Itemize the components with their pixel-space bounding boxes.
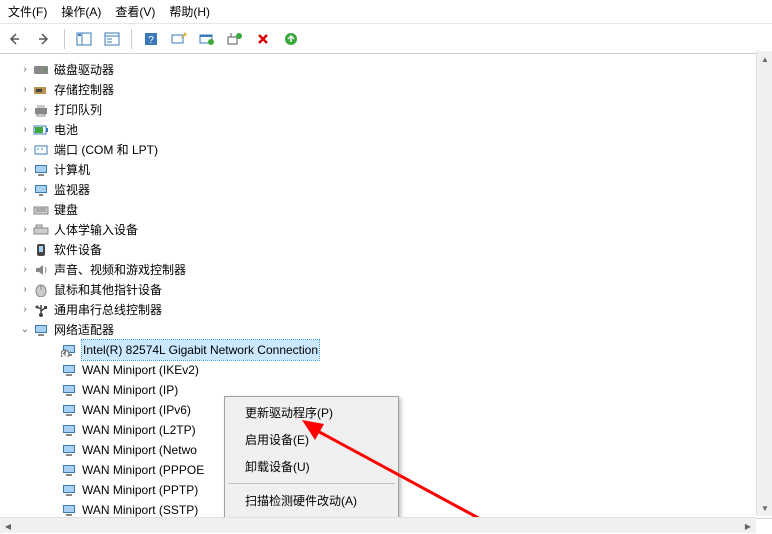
network-adapter-icon — [32, 322, 50, 338]
network-adapter-icon — [60, 442, 78, 458]
network-adapter-icon — [60, 422, 78, 438]
network-adapter-disabled-icon — [60, 342, 78, 358]
forward-button[interactable] — [34, 28, 56, 50]
menu-help[interactable]: 帮助(H) — [169, 3, 210, 20]
battery-icon — [32, 122, 50, 138]
tree-node-hid[interactable]: › 人体学输入设备 — [4, 220, 772, 240]
update-driver-button[interactable] — [196, 28, 218, 50]
uninstall-device-button[interactable] — [224, 28, 246, 50]
scan-hardware-button[interactable] — [168, 28, 190, 50]
tree-node-sound[interactable]: › 声音、视频和游戏控制器 — [4, 260, 772, 280]
menubar: 文件(F) 操作(A) 查看(V) 帮助(H) — [0, 0, 772, 24]
sound-icon — [32, 262, 50, 278]
ports-icon — [32, 142, 50, 158]
ctx-update-driver[interactable]: 更新驱动程序(P) — [227, 399, 396, 426]
expand-icon[interactable]: › — [18, 160, 32, 180]
horizontal-scrollbar[interactable]: ◀ ▶ — [0, 517, 756, 533]
expand-icon[interactable]: › — [18, 60, 32, 80]
tree-node-nic-intel[interactable]: Intel(R) 82574L Gigabit Network Connecti… — [4, 340, 772, 360]
device-tree-pane: › 磁盘驱动器 › 存储控制器 › 打印队列 › 电池 › 端口 (COM 和 … — [0, 54, 772, 519]
expand-icon[interactable]: › — [18, 300, 32, 320]
network-adapter-icon — [60, 462, 78, 478]
ctx-uninstall-device[interactable]: 卸载设备(U) — [227, 453, 396, 480]
disk-drive-icon — [32, 62, 50, 78]
expand-icon[interactable]: › — [18, 140, 32, 160]
tree-node-print-queues[interactable]: › 打印队列 — [4, 100, 772, 120]
network-adapter-icon — [60, 482, 78, 498]
scroll-right-button[interactable]: ▶ — [740, 518, 756, 534]
enable-device-button[interactable] — [280, 28, 302, 50]
monitor-icon — [32, 182, 50, 198]
storage-controller-icon — [32, 82, 50, 98]
ctx-separator — [228, 483, 395, 484]
expand-icon[interactable]: › — [18, 280, 32, 300]
properties-button[interactable] — [101, 28, 123, 50]
ctx-enable-device[interactable]: 启用设备(E) — [227, 426, 396, 453]
mouse-icon — [32, 282, 50, 298]
back-button[interactable] — [6, 28, 28, 50]
tree-node-wan-ikev2[interactable]: WAN Miniport (IKEv2) — [4, 360, 772, 380]
network-adapter-icon — [60, 502, 78, 518]
toolbar-separator — [64, 29, 65, 49]
hid-icon — [32, 222, 50, 238]
tree-node-monitors[interactable]: › 监视器 — [4, 180, 772, 200]
expand-icon[interactable]: › — [18, 100, 32, 120]
expand-icon[interactable]: › — [18, 240, 32, 260]
tree-node-usb[interactable]: › 通用串行总线控制器 — [4, 300, 772, 320]
collapse-icon[interactable]: ⌄ — [18, 320, 32, 340]
menu-file[interactable]: 文件(F) — [8, 3, 47, 20]
expand-icon[interactable]: › — [18, 120, 32, 140]
vertical-scrollbar[interactable]: ▲ ▼ — [756, 51, 772, 516]
scroll-down-button[interactable]: ▼ — [757, 500, 772, 516]
network-adapter-icon — [60, 402, 78, 418]
menu-view[interactable]: 查看(V) — [115, 3, 155, 20]
tree-node-disk-drives[interactable]: › 磁盘驱动器 — [4, 60, 772, 80]
ctx-scan-hardware[interactable]: 扫描检测硬件改动(A) — [227, 487, 396, 514]
expand-icon[interactable]: › — [18, 180, 32, 200]
show-hide-console-button[interactable] — [73, 28, 95, 50]
tree-node-batteries[interactable]: › 电池 — [4, 120, 772, 140]
expand-icon[interactable]: › — [18, 220, 32, 240]
tree-node-mice[interactable]: › 鼠标和其他指针设备 — [4, 280, 772, 300]
disable-device-button[interactable] — [252, 28, 274, 50]
toolbar-separator — [131, 29, 132, 49]
help-button[interactable]: ? — [140, 28, 162, 50]
expand-icon[interactable]: › — [18, 200, 32, 220]
scroll-left-button[interactable]: ◀ — [0, 518, 16, 534]
expand-icon[interactable]: › — [18, 80, 32, 100]
tree-node-network-adapters[interactable]: ⌄ 网络适配器 — [4, 320, 772, 340]
menu-action[interactable]: 操作(A) — [61, 3, 101, 20]
tree-node-keyboards[interactable]: › 键盘 — [4, 200, 772, 220]
printer-icon — [32, 102, 50, 118]
tree-node-ports[interactable]: › 端口 (COM 和 LPT) — [4, 140, 772, 160]
network-adapter-icon — [60, 362, 78, 378]
usb-icon — [32, 302, 50, 318]
computer-icon — [32, 162, 50, 178]
scroll-up-button[interactable]: ▲ — [757, 51, 772, 67]
software-device-icon — [32, 242, 50, 258]
tree-node-computer[interactable]: › 计算机 — [4, 160, 772, 180]
expand-icon[interactable]: › — [18, 260, 32, 280]
toolbar: ? — [0, 24, 772, 54]
network-adapter-icon — [60, 382, 78, 398]
tree-node-software-devices[interactable]: › 软件设备 — [4, 240, 772, 260]
keyboard-icon — [32, 202, 50, 218]
svg-text:?: ? — [148, 35, 154, 46]
tree-node-storage-controllers[interactable]: › 存储控制器 — [4, 80, 772, 100]
context-menu: 更新驱动程序(P) 启用设备(E) 卸载设备(U) 扫描检测硬件改动(A) 属性… — [224, 396, 399, 519]
